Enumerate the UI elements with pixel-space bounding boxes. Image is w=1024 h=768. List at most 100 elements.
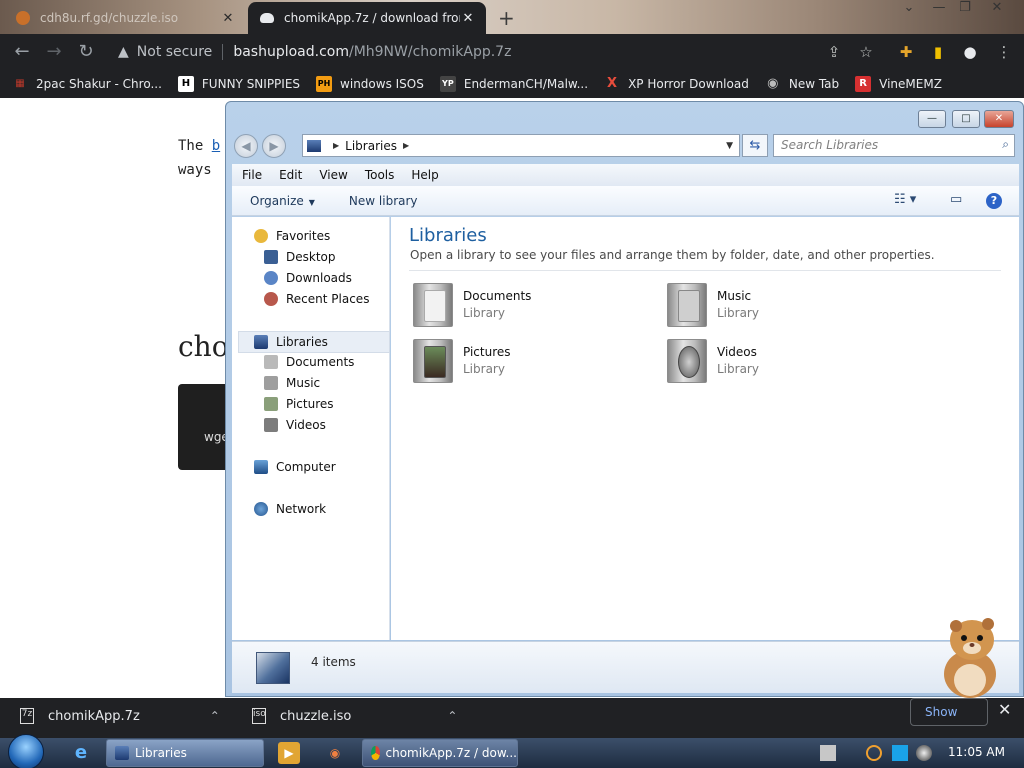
preview-pane-icon[interactable]: ▭ <box>950 192 962 207</box>
refresh-button[interactable]: ⇆ <box>742 134 768 157</box>
tab-chomikapp[interactable]: chomikApp.7z / download from ✕ <box>248 2 486 34</box>
address-dropdown-icon[interactable]: ▼ <box>726 141 733 151</box>
navigation-pane: Favorites Desktop Downloads Recent Place… <box>232 217 390 640</box>
search-input[interactable]: Search Libraries ⌕ <box>773 134 1015 157</box>
library-pictures[interactable]: Pictures Library <box>413 339 511 383</box>
tab-chuzzle[interactable]: cdh8u.rf.gd/chuzzle.iso ✕ <box>6 2 246 34</box>
change-view-icon[interactable]: ☷ ▾ <box>894 192 916 207</box>
taskbar-item-libraries[interactable]: Libraries <box>106 739 264 767</box>
close-button[interactable]: ✕ <box>984 110 1014 128</box>
address-bar[interactable]: ▶ Libraries ▶ ▼ <box>302 134 740 157</box>
bookmark-item[interactable]: X XP Horror Download <box>604 76 749 92</box>
menu-view[interactable]: View <box>319 168 347 182</box>
breadcrumb-arrow-icon[interactable]: ▶ <box>403 141 409 150</box>
tray-app-icon[interactable] <box>820 745 836 761</box>
chevron-up-icon[interactable]: ⌃ <box>447 709 457 723</box>
breadcrumb-arrow-icon[interactable]: ▶ <box>333 141 339 150</box>
nav-videos[interactable]: Videos <box>264 418 326 432</box>
reload-button[interactable]: ↻ <box>74 40 98 64</box>
nav-network[interactable]: Network <box>254 502 326 516</box>
page-text: The <box>178 138 204 154</box>
close-icon[interactable]: ✕ <box>998 700 1011 719</box>
tab-close-icon[interactable]: ✕ <box>220 11 236 26</box>
close-window-button[interactable]: ✕ <box>984 0 1010 22</box>
warning-icon[interactable]: ▲ <box>118 44 129 60</box>
bookmark-item[interactable]: PH windows ISOS <box>316 76 424 92</box>
bookmark-item[interactable]: ◉ New Tab <box>765 76 839 92</box>
libraries-icon <box>254 335 268 349</box>
start-button[interactable] <box>8 734 44 768</box>
search-placeholder: Search Libraries <box>781 138 879 152</box>
tray-volume-icon[interactable] <box>916 745 932 761</box>
taskbar-item-chrome[interactable]: chomikApp.7z / dow... <box>362 739 518 767</box>
forward-button[interactable]: → <box>42 40 66 64</box>
nav-pictures[interactable]: Pictures <box>264 397 334 411</box>
bookmark-star-icon[interactable]: ☆ <box>856 42 876 62</box>
library-name: Pictures <box>463 345 511 359</box>
nav-label: Network <box>276 502 327 516</box>
minimize-button[interactable]: — <box>926 0 952 22</box>
videos-icon <box>264 418 278 432</box>
breadcrumb-libraries[interactable]: Libraries <box>345 139 397 153</box>
clock[interactable]: 11:05 AM <box>948 745 1005 759</box>
library-documents[interactable]: Documents Library <box>413 283 531 327</box>
back-button[interactable]: ◀ <box>234 134 258 158</box>
restore-button[interactable]: ❐ <box>952 0 978 22</box>
nav-downloads[interactable]: Downloads <box>264 271 352 285</box>
organize-button[interactable]: Organize ▼ <box>250 194 315 208</box>
tab-close-icon[interactable]: ✕ <box>460 11 476 26</box>
maximize-button[interactable]: □ <box>952 110 980 128</box>
details-pane: 4 items <box>232 641 1019 693</box>
show-all-button[interactable]: Show <box>910 698 988 726</box>
menu-help[interactable]: Help <box>411 168 438 182</box>
bookmark-favicon-icon: X <box>607 76 618 91</box>
search-icon[interactable]: ⌕ <box>1002 137 1009 152</box>
share-icon[interactable]: ⇪ <box>824 42 844 62</box>
library-videos[interactable]: Videos Library <box>667 339 759 383</box>
side-panel-icon[interactable]: ▮ <box>928 42 948 62</box>
page-subtitle: Open a library to see your files and arr… <box>410 248 935 262</box>
extensions-icon[interactable]: ✚ <box>896 42 916 62</box>
site-favicon-icon <box>16 11 30 25</box>
download-shelf: 7z chomikApp.7z ⌃ iso chuzzle.iso ⌃ Show… <box>0 698 1024 738</box>
page-link[interactable]: b <box>212 138 220 154</box>
download-item[interactable]: iso chuzzle.iso ⌃ <box>252 708 457 724</box>
bookmark-item[interactable]: R VineMEMZ <box>855 76 942 92</box>
paint-icon[interactable]: ◉ <box>324 742 346 764</box>
help-icon[interactable]: ? <box>986 193 1002 209</box>
forward-button[interactable]: ▶ <box>262 134 286 158</box>
bookmark-label: VineMEMZ <box>879 77 942 91</box>
nav-label: Pictures <box>286 397 334 411</box>
nav-desktop[interactable]: Desktop <box>264 250 336 264</box>
download-filename: chomikApp.7z <box>48 708 140 724</box>
media-player-icon[interactable]: ▶ <box>278 742 300 764</box>
menu-edit[interactable]: Edit <box>279 168 302 182</box>
nav-documents[interactable]: Documents <box>264 355 354 369</box>
profile-avatar-icon[interactable]: ● <box>960 42 980 62</box>
library-music[interactable]: Music Library <box>667 283 759 327</box>
menu-icon[interactable]: ⋮ <box>994 42 1014 62</box>
bookmark-item[interactable]: ▦ 2pac Shakur - Chro... <box>12 76 162 92</box>
chevron-up-icon[interactable]: ⌃ <box>210 709 220 723</box>
menu-file[interactable]: File <box>242 168 262 182</box>
address-bar[interactable]: ▲ Not secure bashupload.com/Mh9NW/chomik… <box>108 38 888 66</box>
nav-recent-places[interactable]: Recent Places <box>264 292 369 306</box>
nav-computer[interactable]: Computer <box>254 460 336 474</box>
bookmark-item[interactable]: H FUNNY SNIPPIES <box>177 76 300 92</box>
nav-favorites[interactable]: Favorites <box>254 229 330 243</box>
back-button[interactable]: ← <box>10 40 34 64</box>
new-library-button[interactable]: New library <box>349 194 418 208</box>
tab-search-icon[interactable]: ⌄ <box>896 0 922 22</box>
nav-libraries[interactable]: Libraries <box>238 331 390 353</box>
menu-tools[interactable]: Tools <box>365 168 395 182</box>
internet-explorer-icon[interactable]: e <box>70 742 92 764</box>
new-tab-button[interactable]: + <box>498 6 515 30</box>
tray-monitor-icon[interactable] <box>892 745 908 761</box>
nav-music[interactable]: Music <box>264 376 320 390</box>
nav-label: Documents <box>286 355 355 369</box>
download-item[interactable]: 7z chomikApp.7z ⌃ <box>20 708 220 724</box>
bookmark-item[interactable]: YP EndermanCH/Malw... <box>439 76 588 92</box>
minimize-button[interactable]: — <box>918 110 946 128</box>
nav-label: Downloads <box>286 271 352 285</box>
tray-search-icon[interactable] <box>866 745 882 761</box>
